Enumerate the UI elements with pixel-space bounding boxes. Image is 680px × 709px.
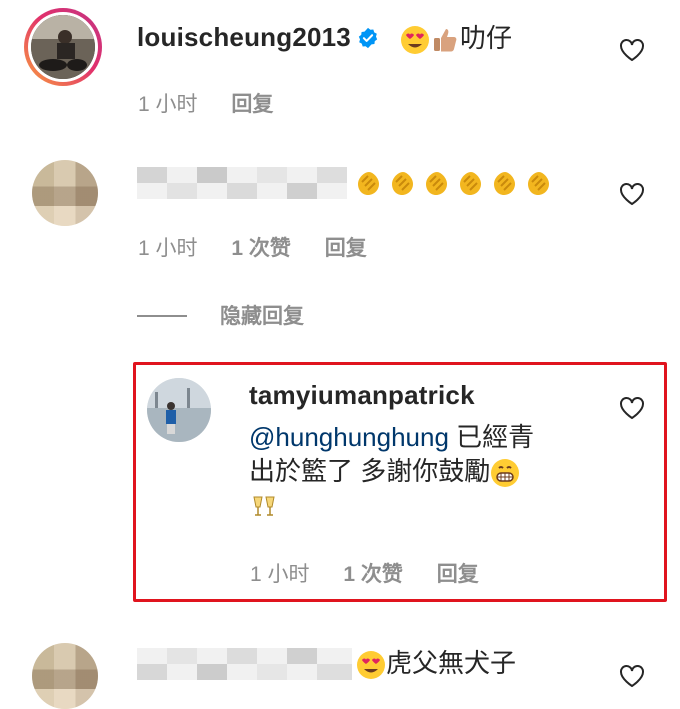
hide-replies-button[interactable]: 隐藏回复 <box>220 300 304 330</box>
likes-count[interactable]: 1 次赞 <box>231 237 291 260</box>
comment-time: 1 小时 <box>138 93 198 116</box>
clap-emoji <box>460 172 481 196</box>
comment-time: 1 小时 <box>250 563 310 586</box>
like-heart-icon[interactable] <box>619 182 645 206</box>
reply-button[interactable]: 回复 <box>325 237 367 260</box>
comment-text: 叻仔 <box>460 23 513 53</box>
heart-eyes-emoji <box>401 26 429 55</box>
verified-badge-icon <box>358 27 378 49</box>
comment-text: 虎父無犬子 <box>386 648 517 678</box>
comment-text-line2: 出於籃了 多謝你鼓勵 <box>249 456 491 486</box>
cheers-emoji <box>253 496 275 516</box>
heart-eyes-emoji <box>357 651 385 680</box>
divider-line <box>137 315 187 317</box>
clap-emoji <box>358 172 379 196</box>
thumbs-up-emoji <box>434 29 457 52</box>
clap-emoji <box>494 172 515 196</box>
like-heart-icon[interactable] <box>619 38 645 62</box>
clap-emoji <box>426 172 447 196</box>
clap-emoji <box>392 172 413 196</box>
reply-button[interactable]: 回复 <box>437 563 479 586</box>
blurred-username[interactable] <box>137 167 347 199</box>
comment-body: @hunghunghung 已經青 出於籃了 多謝你鼓勵 <box>249 420 609 522</box>
like-heart-icon[interactable] <box>619 664 645 688</box>
avatar[interactable] <box>32 643 98 709</box>
reply-button[interactable]: 回复 <box>231 93 273 116</box>
username[interactable]: tamyiumanpatrick <box>249 380 475 411</box>
likes-count[interactable]: 1 次赞 <box>343 563 403 586</box>
comment-time: 1 小时 <box>138 237 198 260</box>
avatar <box>31 15 95 79</box>
avatar[interactable] <box>32 160 98 226</box>
grin-emoji <box>491 459 520 488</box>
like-heart-icon[interactable] <box>619 396 645 420</box>
username[interactable]: louischeung2013 <box>137 22 351 52</box>
avatar[interactable] <box>147 378 211 442</box>
story-avatar[interactable] <box>24 8 102 86</box>
blurred-username[interactable] <box>137 648 352 680</box>
clap-emoji <box>528 172 549 196</box>
comment-text-line1: 已經青 <box>448 422 535 452</box>
mention-link[interactable]: @hunghunghung <box>249 422 449 452</box>
clap-emojis <box>352 164 556 200</box>
